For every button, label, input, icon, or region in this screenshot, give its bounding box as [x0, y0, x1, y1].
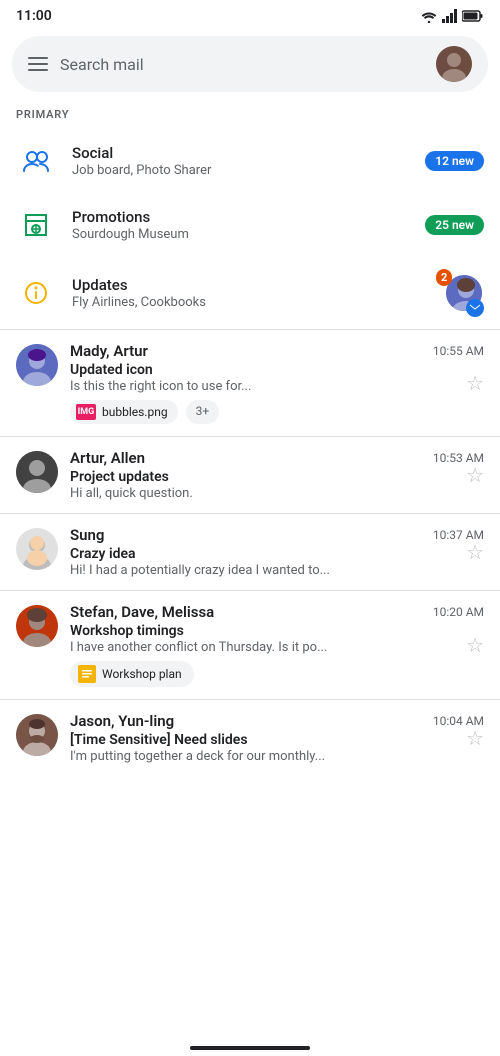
updates-message-icon: [466, 299, 484, 317]
promotions-icon: [16, 205, 56, 245]
email-sender: Jason, Yun-ling: [70, 712, 174, 730]
section-label-primary: PRIMARY: [0, 104, 500, 129]
email-header: Jason, Yun-ling 10:04 AM: [70, 712, 484, 730]
attachment-icon: IMG: [76, 404, 96, 420]
star-button[interactable]: ☆: [466, 371, 484, 395]
email-row[interactable]: Stefan, Dave, Melissa 10:20 AM Workshop …: [0, 591, 500, 699]
email-preview: Hi! I had a potentially crazy idea I wan…: [70, 563, 484, 578]
battery-icon: [462, 10, 484, 22]
promotions-badge: 25 new: [425, 215, 484, 235]
status-time: 11:00: [16, 8, 52, 24]
email-content: Stefan, Dave, Melissa 10:20 AM Workshop …: [70, 603, 484, 687]
social-badge: 12 new: [425, 151, 484, 171]
status-icons: [420, 9, 484, 23]
email-row[interactable]: Jason, Yun-ling 10:04 AM [Time Sensitive…: [0, 700, 500, 776]
email-subject: Workshop timings: [70, 623, 484, 639]
attachment-name: bubbles.png: [102, 405, 168, 419]
email-row[interactable]: Sung 10:37 AM Crazy idea Hi! I had a pot…: [0, 514, 500, 590]
doc-icon: [78, 665, 96, 683]
bottom-bar: [0, 1024, 500, 1056]
email-avatar: [16, 528, 58, 570]
email-sender: Mady, Artur: [70, 342, 148, 360]
social-name: Social: [72, 144, 409, 162]
updates-icon: [16, 273, 56, 313]
email-content: Mady, Artur 10:55 AM Updated icon Is thi…: [70, 342, 484, 424]
email-avatar: [16, 605, 58, 647]
email-row[interactable]: Mady, Artur 10:55 AM Updated icon Is thi…: [0, 330, 500, 436]
email-time: 10:20 AM: [433, 605, 484, 619]
email-subject: Project updates: [70, 469, 484, 485]
email-sender: Stefan, Dave, Melissa: [70, 603, 214, 621]
email-content: Sung 10:37 AM Crazy idea Hi! I had a pot…: [70, 526, 484, 578]
promotions-sub: Sourdough Museum: [72, 227, 409, 242]
email-header: Artur, Allen 10:53 AM: [70, 449, 484, 467]
attachment-more[interactable]: 3+: [186, 400, 220, 424]
signal-icon: [442, 9, 458, 23]
updates-count: 2: [436, 269, 452, 286]
updates-sub: Fly Airlines, Cookbooks: [72, 295, 420, 310]
wifi-icon: [420, 9, 438, 23]
social-info: Social Job board, Photo Sharer: [72, 144, 409, 178]
email-avatar: [16, 714, 58, 756]
email-subject: [Time Sensitive] Need slides: [70, 732, 484, 748]
avatar-image: [436, 46, 472, 82]
email-preview: Hi all, quick question.: [70, 486, 484, 501]
email-header: Stefan, Dave, Melissa 10:20 AM: [70, 603, 484, 621]
category-promotions[interactable]: Promotions Sourdough Museum 25 new: [0, 193, 500, 257]
star-button[interactable]: ☆: [466, 726, 484, 750]
search-input[interactable]: Search mail: [60, 55, 424, 74]
home-indicator: [190, 1046, 310, 1050]
user-avatar[interactable]: [436, 46, 472, 82]
attachments-row: IMG bubbles.png 3+: [70, 400, 484, 424]
star-button[interactable]: ☆: [466, 540, 484, 564]
email-content: Jason, Yun-ling 10:04 AM [Time Sensitive…: [70, 712, 484, 764]
email-content: Artur, Allen 10:53 AM Project updates Hi…: [70, 449, 484, 501]
search-bar[interactable]: Search mail: [12, 36, 488, 92]
email-avatar: [16, 451, 58, 493]
category-social[interactable]: Social Job board, Photo Sharer 12 new: [0, 129, 500, 193]
email-time: 10:55 AM: [433, 344, 484, 358]
star-button[interactable]: ☆: [466, 633, 484, 657]
updates-info: Updates Fly Airlines, Cookbooks: [72, 276, 420, 310]
workshop-chip[interactable]: Workshop plan: [70, 661, 194, 687]
email-subject: Updated icon: [70, 362, 484, 378]
promotions-name: Promotions: [72, 208, 409, 226]
social-icon: [16, 141, 56, 181]
status-bar: 11:00: [0, 0, 500, 28]
menu-button[interactable]: [28, 57, 48, 71]
email-sender: Artur, Allen: [70, 449, 145, 467]
email-avatar: [16, 344, 58, 386]
promotions-info: Promotions Sourdough Museum: [72, 208, 409, 242]
email-header: Sung 10:37 AM: [70, 526, 484, 544]
email-subject: Crazy idea: [70, 546, 484, 562]
updates-name: Updates: [72, 276, 420, 294]
star-button[interactable]: ☆: [466, 463, 484, 487]
email-row[interactable]: Artur, Allen 10:53 AM Project updates Hi…: [0, 437, 500, 513]
email-preview: I'm putting together a deck for our mont…: [70, 749, 484, 764]
attachment-chip[interactable]: IMG bubbles.png: [70, 400, 178, 424]
email-preview: Is this the right icon to use for...: [70, 379, 484, 394]
email-preview: I have another conflict on Thursday. Is …: [70, 640, 484, 655]
email-header: Mady, Artur 10:55 AM: [70, 342, 484, 360]
updates-badge-wrap: 2: [436, 269, 484, 317]
workshop-chip-label: Workshop plan: [102, 667, 182, 681]
email-sender: Sung: [70, 526, 104, 544]
category-updates[interactable]: Updates Fly Airlines, Cookbooks 2: [0, 257, 500, 329]
social-sub: Job board, Photo Sharer: [72, 163, 409, 178]
